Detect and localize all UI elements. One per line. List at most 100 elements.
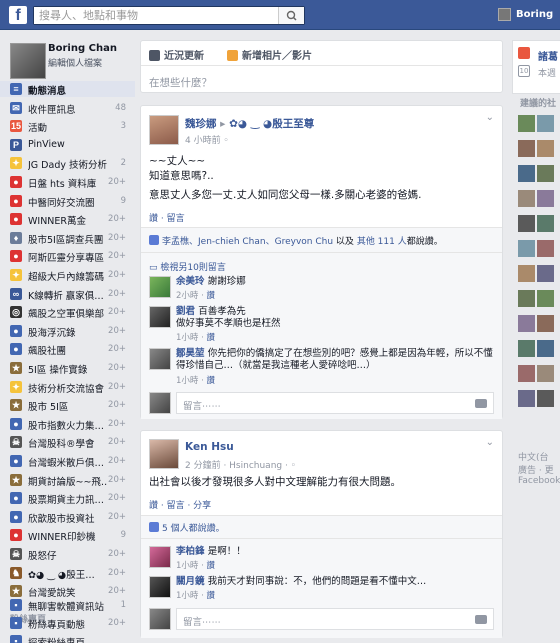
footer-links[interactable]: 廣告 · 更	[518, 463, 554, 476]
user-name-link[interactable]: Boring	[516, 9, 553, 20]
camera-icon[interactable]	[475, 615, 487, 624]
add-photo-video-tab[interactable]: 新增相片／影片	[227, 47, 312, 62]
sidebar-item[interactable]: ● 股市指數火力集… 20+	[0, 416, 135, 432]
page-item[interactable]: ▪ 無聊害軟體資訊站 1	[0, 597, 135, 613]
search-box[interactable]	[33, 6, 305, 25]
group-member-photo[interactable]	[518, 165, 535, 182]
sidebar-item[interactable]: ★ 5I區 操作實錄 20+	[0, 360, 135, 376]
sidebar-item[interactable]: ∞ K線轉折 贏家俱… 20+	[0, 286, 135, 302]
composer-input[interactable]: 在想些什麼？	[149, 75, 212, 90]
sidebar-item[interactable]: ● 欣歆股市投資社 20+	[0, 509, 135, 525]
comment-like-link[interactable]: 讚	[207, 333, 216, 343]
comment-like-link[interactable]: 讚	[207, 291, 216, 301]
group-member-photo[interactable]	[537, 190, 554, 207]
sidebar-item[interactable]: ● 中醫同好交流圈 9	[0, 193, 135, 209]
sidebar-item[interactable]: ☠ 台灣股科®學會 20+	[0, 434, 135, 450]
post-actions[interactable]: 讚 · 留言	[149, 211, 185, 224]
chevron-down-icon[interactable]: ⌄	[486, 112, 494, 123]
sidebar-item[interactable]: ♞ ✿◕ ‿ ◕殷王… 20+	[0, 565, 135, 581]
group-member-photo[interactable]	[537, 115, 554, 132]
comment-input[interactable]: 留言⋯⋯	[176, 392, 494, 414]
group-member-photo[interactable]	[537, 365, 554, 382]
group-member-photo[interactable]	[518, 240, 535, 257]
sidebar-item[interactable]: ★ 期貨討論版~~飛… 20+	[0, 472, 135, 488]
group-member-photo[interactable]	[518, 115, 535, 132]
group-member-photo[interactable]	[518, 340, 535, 357]
author-avatar[interactable]	[149, 439, 179, 469]
facebook-logo-icon[interactable]: f	[9, 6, 27, 24]
user-avatar[interactable]	[498, 8, 511, 21]
sidebar-item[interactable]: ● 飆股社團 20+	[0, 341, 135, 357]
sidebar-item[interactable]: ● WINNER印鈔機 9	[0, 527, 135, 543]
likers-link[interactable]: 李孟樵、Jen-chieh Chan、Greyvon Chu	[162, 237, 333, 247]
group-member-photo[interactable]	[537, 315, 554, 332]
sidebar-item[interactable]: P PinView	[0, 137, 135, 153]
sidebar-item[interactable]: 15 活動 3	[0, 118, 135, 134]
commenter-avatar[interactable]	[149, 306, 171, 328]
language-link[interactable]: 中文(台	[518, 450, 549, 463]
group-member-photo[interactable]	[518, 190, 535, 207]
post-actions[interactable]: 讚 · 留言 · 分享	[149, 498, 211, 511]
sidebar-item[interactable]: ★ 股市 5I區 20+	[0, 397, 135, 413]
page-item[interactable]: ▪ 粉絲專頁動態 20+	[0, 615, 135, 631]
group-member-photo[interactable]	[518, 140, 535, 157]
sidebar-item[interactable]: ✦ JG Dady 技術分析… 2	[0, 155, 135, 171]
sidebar-item[interactable]: ✦ 超級大戶內線籌碼 20+	[0, 267, 135, 283]
group-member-photo[interactable]	[537, 340, 554, 357]
post-time[interactable]: 4 小時前 ◦	[185, 133, 229, 146]
group-member-photo[interactable]	[518, 315, 535, 332]
post-time[interactable]: 2 分鐘前 · Hsinchuang · ◦	[185, 458, 296, 471]
sidebar-item[interactable]: ☠ 股怒仔 20+	[0, 546, 135, 562]
group-member-photo[interactable]	[518, 265, 535, 282]
camera-icon[interactable]	[475, 399, 487, 408]
sidebar-item[interactable]: ● 股海浮沉錄 20+	[0, 323, 135, 339]
profile-picture[interactable]	[10, 43, 46, 79]
view-more-comments[interactable]: ▭ 檢視另10則留言	[149, 260, 226, 273]
commenter-name[interactable]: 關月鏡	[176, 576, 205, 587]
commenter-avatar[interactable]	[149, 276, 171, 298]
event-name[interactable]: 諸葛	[538, 48, 558, 63]
comment-like-link[interactable]: 讚	[207, 561, 216, 571]
sidebar-item[interactable]: ◎ 飆股之空軍俱樂部 20+	[0, 304, 135, 320]
group-member-photo[interactable]	[537, 215, 554, 232]
commenter-name[interactable]: 劉君	[176, 306, 195, 317]
sidebar-item[interactable]: ✦ 技術分析交流協會 20+	[0, 379, 135, 395]
sidebar-item[interactable]: ● 股票期貨主力訊… 20+	[0, 490, 135, 506]
commenter-avatar[interactable]	[149, 576, 171, 598]
other-likers-link[interactable]: 其他 111 人	[357, 237, 407, 247]
search-input[interactable]	[34, 7, 264, 24]
group-member-photo[interactable]	[537, 390, 554, 407]
commenter-avatar[interactable]	[149, 348, 171, 370]
author-avatar[interactable]	[149, 115, 179, 145]
group-member-photo[interactable]	[518, 215, 535, 232]
group-link[interactable]: ✿◕ ‿ ◕殷王至尊	[229, 118, 314, 130]
commenter-name[interactable]: 鄒昊堃	[176, 348, 205, 359]
edit-profile-link[interactable]: 編輯個人檔案	[48, 56, 102, 69]
comment-like-link[interactable]: 讚	[207, 591, 216, 601]
group-member-photo[interactable]	[537, 265, 554, 282]
search-button[interactable]	[278, 7, 304, 24]
commenter-name[interactable]: 李柏鋒	[176, 546, 205, 557]
group-member-photo[interactable]	[518, 290, 535, 307]
comment-input[interactable]: 留言⋯⋯	[176, 608, 494, 630]
group-member-photo[interactable]	[537, 240, 554, 257]
group-member-photo[interactable]	[537, 140, 554, 157]
sidebar-item[interactable]: ≡ 動態消息	[0, 81, 135, 97]
chevron-down-icon[interactable]: ⌄	[486, 437, 494, 448]
sidebar-item[interactable]: ♦ 股市5I區調查兵團 20+	[0, 230, 135, 246]
sidebar-item[interactable]: ✉ 收件匣訊息 48	[0, 100, 135, 116]
group-member-photo[interactable]	[518, 365, 535, 382]
page-item[interactable]: ▪ 探索粉絲專頁	[0, 633, 135, 643]
sidebar-item[interactable]: ● 台灣蝦米散戶俱… 20+	[0, 453, 135, 469]
profile-name[interactable]: Boring Chan	[48, 43, 117, 54]
group-member-photo[interactable]	[537, 165, 554, 182]
group-member-photo[interactable]	[518, 390, 535, 407]
comment-like-link[interactable]: 讚	[207, 376, 216, 386]
sidebar-item[interactable]: ● WINNER萬金 20+	[0, 211, 135, 227]
commenter-avatar[interactable]	[149, 546, 171, 568]
group-member-photo[interactable]	[537, 290, 554, 307]
post-author[interactable]: Ken Hsu	[185, 441, 234, 453]
sidebar-item[interactable]: ● 日盤 hts 資料庫 20+	[0, 174, 135, 190]
sidebar-item[interactable]: ● 阿斯匹靈分享專區 20+	[0, 248, 135, 264]
commenter-name[interactable]: 余美玲	[176, 276, 205, 287]
